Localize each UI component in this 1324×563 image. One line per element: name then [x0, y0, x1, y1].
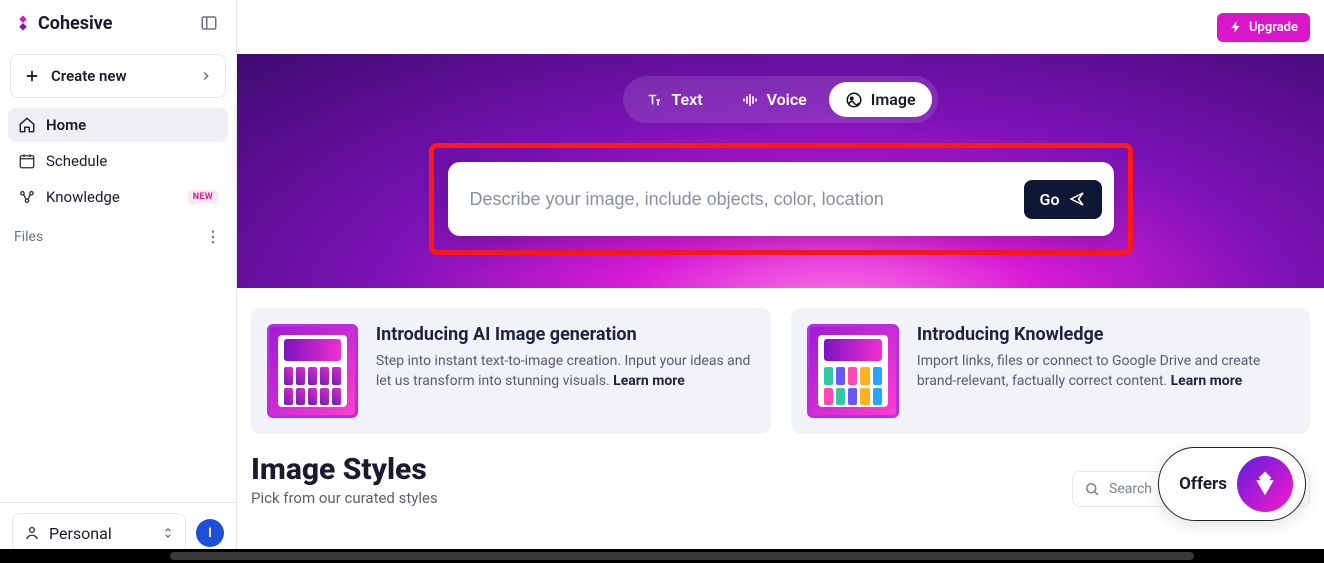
- nodes-icon: [18, 188, 36, 206]
- offers-widget[interactable]: Offers: [1158, 447, 1306, 521]
- sidebar-item-schedule[interactable]: Schedule: [8, 144, 228, 178]
- sidebar: Cohesive Create new Home Schedule: [0, 0, 237, 563]
- brand-logo-icon: [14, 14, 32, 32]
- highlighted-region: Go: [429, 143, 1133, 255]
- sidebar-item-knowledge[interactable]: Knowledge NEW: [8, 180, 228, 214]
- plus-icon: [23, 67, 41, 85]
- files-section: Files: [0, 214, 236, 246]
- chevron-updown-icon: [161, 526, 175, 540]
- gift-diamond-icon: [1250, 469, 1280, 499]
- search-placeholder: Search: [1109, 481, 1152, 497]
- home-icon: [18, 116, 36, 134]
- topbar: Upgrade: [237, 0, 1324, 54]
- search-icon: [1083, 480, 1101, 498]
- more-vertical-icon[interactable]: [204, 228, 222, 246]
- user-icon: [23, 524, 41, 542]
- sidebar-nav: Home Schedule Knowledge NEW: [0, 108, 236, 214]
- main: Upgrade Text Voice Image: [237, 0, 1324, 563]
- mode-label: Text: [671, 90, 702, 109]
- card-knowledge[interactable]: Introducing Knowledge Import links, file…: [791, 308, 1311, 434]
- go-button[interactable]: Go: [1024, 180, 1102, 219]
- prompt-bar: Go: [448, 162, 1114, 236]
- hero: Text Voice Image Go: [237, 54, 1324, 288]
- brand-name: Cohesive: [38, 13, 112, 34]
- go-label: Go: [1040, 190, 1060, 209]
- panel-icon: [200, 14, 218, 32]
- collapse-sidebar-button[interactable]: [196, 10, 222, 36]
- mode-label: Image: [871, 90, 916, 109]
- card-title: Introducing Knowledge: [917, 324, 1294, 345]
- card-title: Introducing AI Image generation: [376, 324, 755, 345]
- send-icon: [1068, 190, 1086, 208]
- new-badge: NEW: [188, 190, 218, 204]
- avatar[interactable]: I: [196, 519, 224, 547]
- learn-more-link[interactable]: Learn more: [613, 373, 685, 389]
- mode-text[interactable]: Text: [629, 82, 718, 117]
- upgrade-button[interactable]: Upgrade: [1217, 13, 1310, 42]
- create-new-label: Create new: [51, 67, 127, 85]
- sidebar-item-home[interactable]: Home: [8, 108, 228, 142]
- mode-label: Voice: [767, 90, 807, 109]
- sidebar-item-label: Schedule: [46, 152, 107, 170]
- files-label[interactable]: Files: [14, 229, 43, 245]
- card-image-gen[interactable]: Introducing AI Image generation Step int…: [251, 308, 771, 434]
- text-icon: [645, 91, 663, 109]
- offers-label: Offers: [1179, 474, 1227, 494]
- calendar-icon: [18, 152, 36, 170]
- styles-heading: Image Styles: [251, 452, 438, 487]
- sidebar-header: Cohesive: [0, 0, 236, 46]
- os-scrollbar[interactable]: [0, 549, 1324, 563]
- card-body-text: Step into instant text-to-image creation…: [376, 351, 755, 392]
- avatar-initial: I: [208, 526, 212, 541]
- card-thumb: [807, 324, 899, 418]
- learn-more-link[interactable]: Learn more: [1171, 373, 1243, 389]
- voice-icon: [741, 91, 759, 109]
- sidebar-item-label: Knowledge: [46, 188, 120, 206]
- workspace-switcher[interactable]: Personal: [12, 513, 186, 553]
- workspace-label: Personal: [49, 524, 112, 543]
- card-thumb: [267, 324, 358, 418]
- mode-image[interactable]: Image: [829, 82, 932, 117]
- upgrade-label: Upgrade: [1249, 20, 1298, 35]
- chevron-right-icon: [199, 69, 213, 83]
- prompt-input[interactable]: [470, 189, 1012, 210]
- styles-sub: Pick from our curated styles: [251, 489, 438, 507]
- offers-bubble: [1237, 456, 1293, 512]
- bolt-icon: [1229, 20, 1243, 34]
- brand[interactable]: Cohesive: [14, 13, 112, 34]
- image-icon: [845, 91, 863, 109]
- mode-switch: Text Voice Image: [623, 76, 937, 123]
- card-body-text: Import links, files or connect to Google…: [917, 351, 1294, 392]
- info-cards: Introducing AI Image generation Step int…: [237, 288, 1324, 448]
- sidebar-item-label: Home: [46, 116, 86, 134]
- create-new-button[interactable]: Create new: [10, 54, 226, 98]
- mode-voice[interactable]: Voice: [725, 82, 823, 117]
